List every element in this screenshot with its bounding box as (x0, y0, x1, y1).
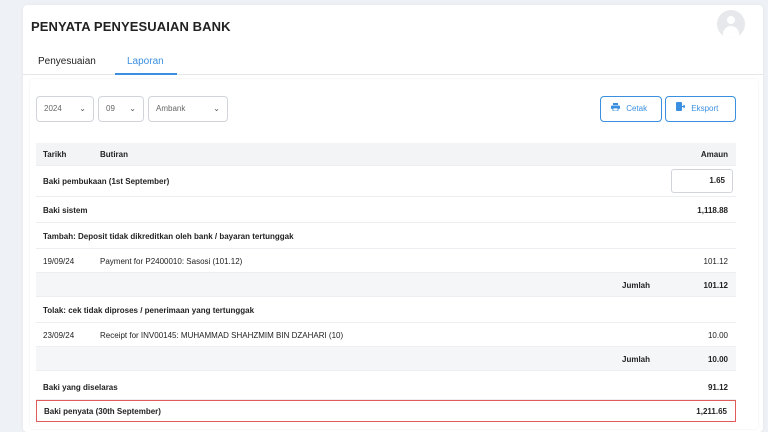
chevron-down-icon: ⌄ (79, 104, 86, 113)
row-amount: 101.12 (703, 257, 728, 266)
tab-penyesuaian[interactable]: Penyesuaian (38, 56, 96, 67)
month-select[interactable]: 09 ⌄ (98, 96, 144, 122)
bank-select-value: Ambank (156, 104, 186, 113)
tab-bar: Penyesuaian Laporan (23, 49, 763, 75)
print-button[interactable]: Cetak (600, 96, 662, 122)
avatar-head (727, 16, 735, 24)
report-panel: 2024 ⌄ 09 ⌄ Ambank ⌄ Cetak Eksport Tarik… (30, 79, 758, 429)
reconciled-balance-label: Baki yang diselaras (43, 383, 118, 392)
row-date: 23/09/24 (43, 331, 75, 340)
less-section-header: Tolak: cek tidak diproses / penerimaan y… (36, 297, 736, 323)
export-button[interactable]: Eksport (665, 96, 736, 122)
active-tab-indicator (115, 73, 177, 75)
table-row: 19/09/24 Payment for P2400010: Sasosi (1… (36, 249, 736, 273)
opening-balance-row: Baki pembukaan (1st September) 1.65 (36, 166, 736, 197)
add-total-amount: 101.12 (703, 281, 728, 290)
less-section-label: Tolak: cek tidak diproses / penerimaan y… (43, 306, 255, 315)
add-total-row: Jumlah 101.12 (36, 273, 736, 297)
bank-select[interactable]: Ambank ⌄ (148, 96, 228, 122)
export-button-label: Eksport (691, 104, 719, 113)
less-total-row: Jumlah 10.00 (36, 347, 736, 371)
opening-balance-input[interactable]: 1.65 (671, 169, 733, 193)
chevron-down-icon: ⌄ (129, 104, 136, 113)
reconciliation-table: Tarikh Butiran Amaun Baki pembukaan (1st… (36, 143, 736, 422)
add-section-header: Tambah: Deposit tidak dikreditkan oleh b… (36, 223, 736, 249)
add-total-label: Jumlah (622, 281, 651, 290)
reconciled-balance-amount: 91.12 (707, 383, 728, 392)
row-date: 19/09/24 (43, 257, 75, 266)
col-desc: Butiran (100, 150, 128, 159)
report-card: PENYATA PENYESUAIAN BANK Penyesuaian Lap… (23, 5, 763, 432)
user-avatar-icon[interactable] (717, 10, 745, 38)
system-balance-amount: 1,118.88 (697, 206, 728, 215)
statement-balance-amount: 1,211.65 (696, 407, 727, 416)
row-desc: Payment for P2400010: Sasosi (101.12) (100, 257, 243, 266)
statement-balance-row: Baki penyata (30th September) 1,211.65 (36, 400, 736, 422)
system-balance-row: Baki sistem 1,118.88 (36, 197, 736, 223)
reconciled-balance-row: Baki yang diselaras 91.12 (36, 371, 736, 400)
avatar-body (723, 26, 739, 38)
export-icon (676, 97, 686, 121)
col-date: Tarikh (43, 150, 67, 159)
printer-icon (611, 97, 620, 121)
chevron-down-icon: ⌄ (213, 104, 220, 113)
tab-laporan[interactable]: Laporan (127, 56, 164, 67)
year-select[interactable]: 2024 ⌄ (36, 96, 94, 122)
table-row: 23/09/24 Receipt for INV00145: MUHAMMAD … (36, 323, 736, 347)
add-section-label: Tambah: Deposit tidak dikreditkan oleh b… (43, 232, 294, 241)
year-select-value: 2024 (44, 104, 62, 113)
page-title: PENYATA PENYESUAIAN BANK (31, 19, 231, 34)
col-amount: Amaun (700, 150, 728, 159)
opening-balance-label: Baki pembukaan (1st September) (43, 177, 170, 186)
system-balance-label: Baki sistem (43, 206, 88, 215)
month-select-value: 09 (106, 104, 115, 113)
less-total-amount: 10.00 (707, 355, 728, 364)
table-header: Tarikh Butiran Amaun (36, 143, 736, 166)
row-amount: 10.00 (707, 331, 728, 340)
less-total-label: Jumlah (622, 355, 651, 364)
row-desc: Receipt for INV00145: MUHAMMAD SHAHZMIM … (100, 331, 344, 340)
statement-balance-label: Baki penyata (30th September) (44, 407, 161, 416)
print-button-label: Cetak (626, 104, 648, 113)
